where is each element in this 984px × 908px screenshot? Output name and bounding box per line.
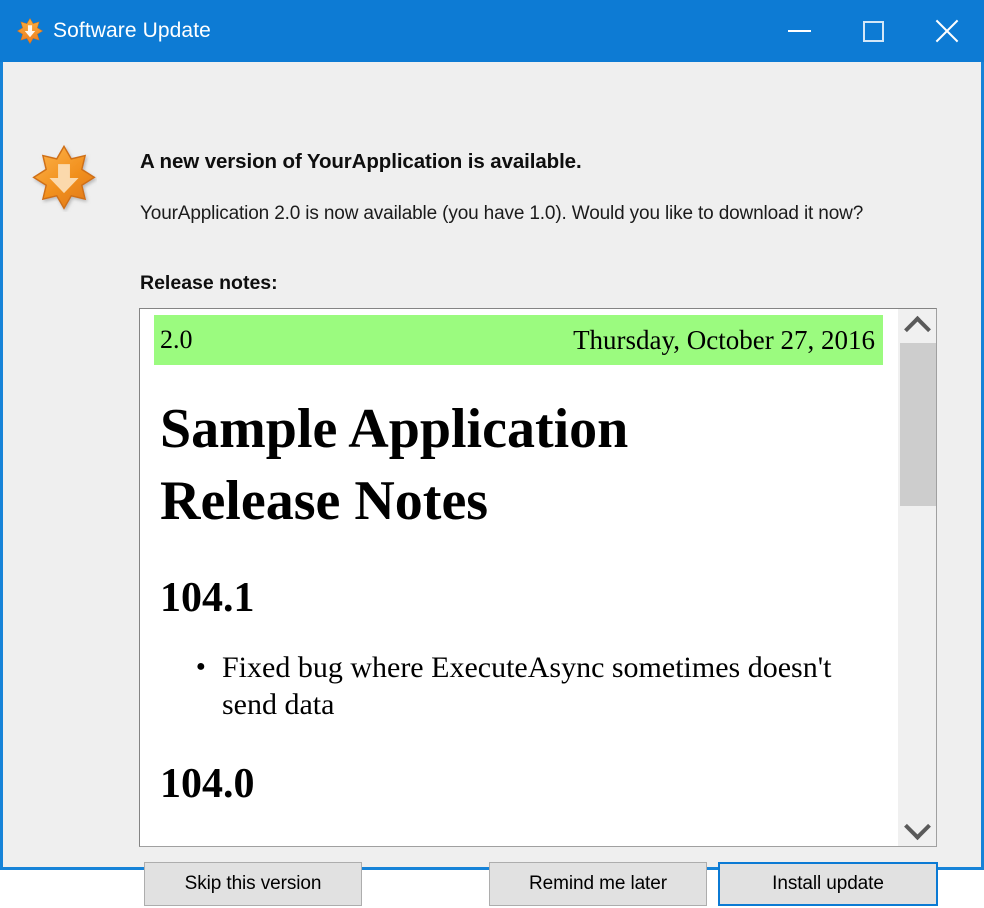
- maximize-icon: [862, 20, 884, 42]
- maximize-button[interactable]: [836, 0, 910, 62]
- skip-this-version-button[interactable]: Skip this version: [144, 862, 362, 906]
- version-header-bar: 2.0 Thursday, October 27, 2016: [154, 315, 883, 365]
- update-star-icon-large: [31, 144, 97, 212]
- minimize-icon: [787, 30, 811, 32]
- notes-section-heading: 104.1: [160, 575, 255, 621]
- chevron-down-icon: [903, 812, 931, 840]
- page-title: A new version of YourApplication is avai…: [140, 150, 582, 173]
- version-number: 2.0: [160, 325, 193, 354]
- update-description: YourApplication 2.0 is now available (yo…: [140, 203, 864, 224]
- version-date: Thursday, October 27, 2016: [573, 324, 875, 355]
- notes-section-heading-next: 104.0: [160, 761, 255, 807]
- title-bar: Software Update: [0, 0, 984, 62]
- install-update-button[interactable]: Install update: [718, 862, 938, 906]
- update-star-icon: [17, 18, 43, 44]
- dialog-body: A new version of YourApplication is avai…: [3, 62, 981, 906]
- release-notes-scrollbar[interactable]: [897, 309, 936, 846]
- scroll-down-button[interactable]: [898, 812, 936, 846]
- notes-title-line-1: Sample Application: [160, 398, 629, 460]
- window-controls: [762, 0, 984, 62]
- release-notes-document[interactable]: 2.0 Thursday, October 27, 2016 Sample Ap…: [140, 309, 897, 846]
- scrollbar-track[interactable]: [898, 343, 936, 812]
- list-item: Fixed bug where ExecuteAsync sometimes d…: [196, 648, 872, 723]
- notes-document-title: Sample Application Release Notes: [160, 393, 760, 537]
- close-button[interactable]: [910, 0, 984, 62]
- window-title: Software Update: [53, 19, 211, 42]
- software-update-window: Software Update A new version of YourApp…: [0, 0, 984, 906]
- notes-title-line-2: Release Notes: [160, 470, 489, 532]
- scrollbar-thumb[interactable]: [900, 343, 936, 506]
- minimize-button[interactable]: [762, 0, 836, 62]
- release-notes-panel: 2.0 Thursday, October 27, 2016 Sample Ap…: [139, 308, 937, 847]
- close-icon: [934, 18, 960, 44]
- release-notes-label: Release notes:: [140, 272, 278, 294]
- dialog-button-bar: Skip this version Remind me later Instal…: [3, 862, 981, 908]
- chevron-up-icon: [903, 315, 931, 343]
- remind-me-later-button[interactable]: Remind me later: [489, 862, 707, 906]
- scroll-up-button[interactable]: [898, 309, 936, 343]
- notes-change-list: Fixed bug where ExecuteAsync sometimes d…: [154, 648, 883, 723]
